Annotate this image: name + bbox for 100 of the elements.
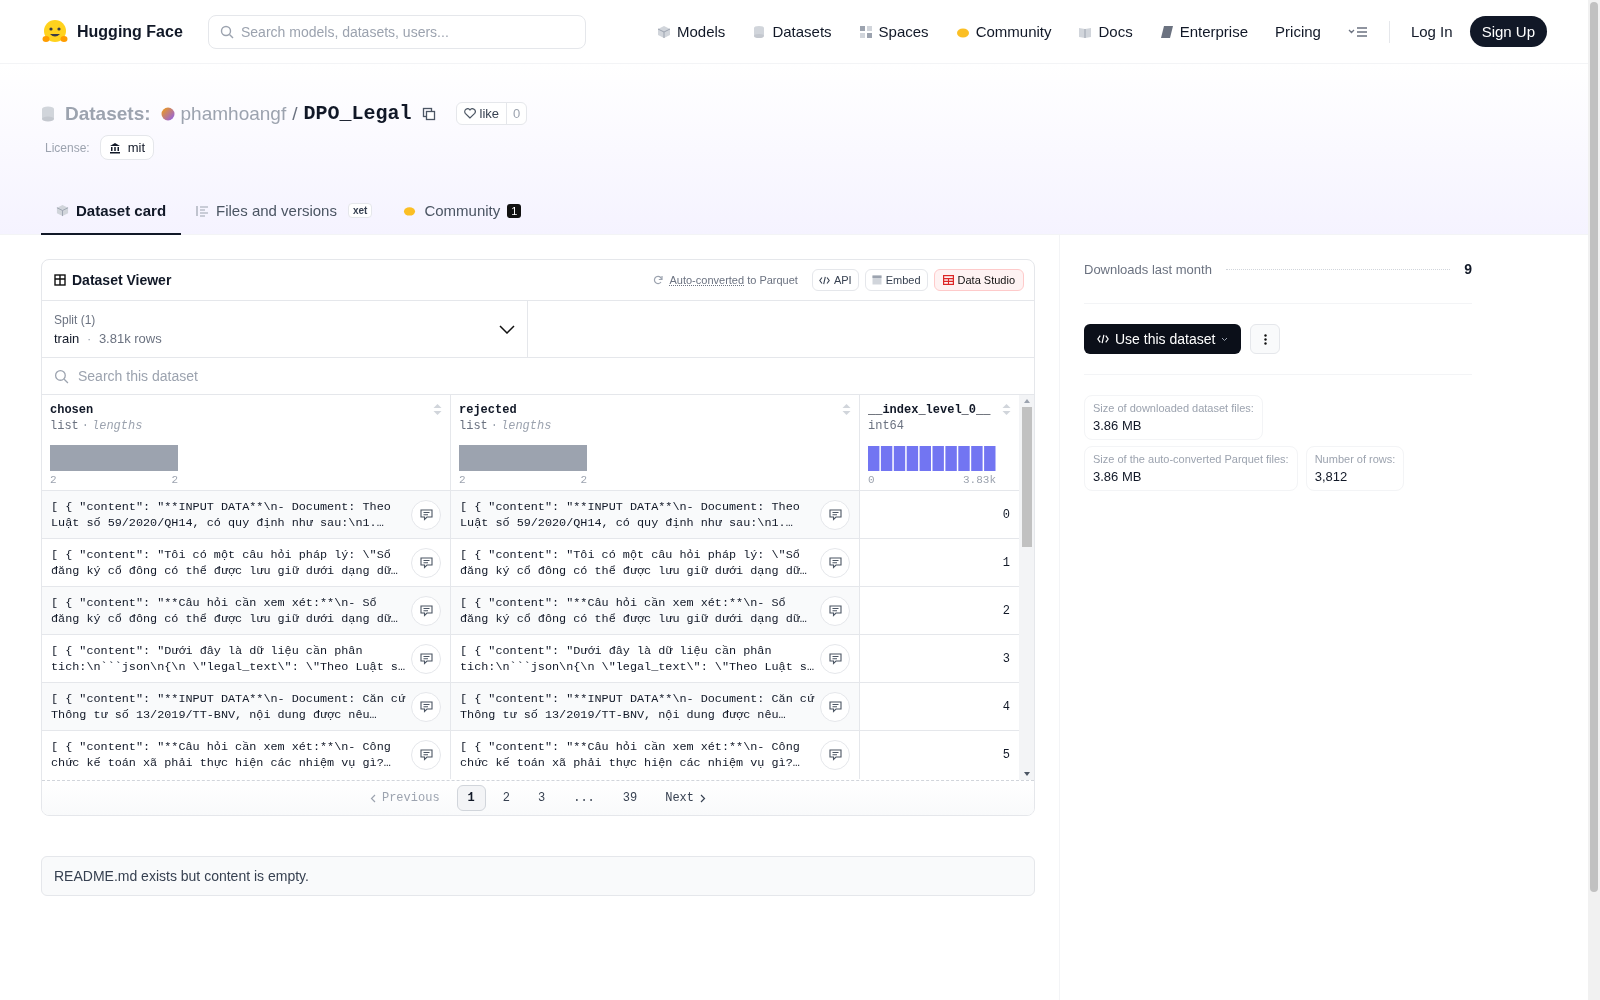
type-separator: · bbox=[490, 419, 498, 433]
code-icon bbox=[818, 275, 830, 285]
path-separator: / bbox=[292, 102, 298, 125]
page-link[interactable]: 2 bbox=[491, 785, 521, 811]
comment-icon bbox=[419, 556, 433, 569]
nav-link[interactable]: Docs bbox=[1078, 23, 1133, 40]
table-cell: 4 bbox=[1002, 699, 1010, 714]
refresh-icon bbox=[653, 275, 664, 285]
nav-link[interactable]: Pricing bbox=[1275, 23, 1321, 40]
page-link[interactable]: 39 bbox=[611, 785, 649, 811]
comment-icon bbox=[828, 700, 842, 713]
comment-icon bbox=[828, 508, 842, 521]
comment-icon bbox=[419, 604, 433, 617]
tab[interactable]: Community 1 bbox=[387, 190, 537, 235]
auto-converted-link[interactable]: Auto-converted bbox=[669, 274, 745, 286]
table-cell-text: [ { "content": "**Câu hỏi cần xem xét:**\n- Sổ đăng ký cổ đông có thể được lưu giữ dưới dạng dữ… bbox=[460, 594, 808, 627]
table-cell-text: [ { "content": "**Câu hỏi cần xem xét:**\n- Sổ đăng ký cổ đông có thể được lưu giữ dưới dạng dữ… bbox=[51, 594, 399, 627]
chevron-down-icon bbox=[499, 324, 515, 334]
table-icon bbox=[942, 275, 954, 285]
page-link[interactable]: 3 bbox=[527, 785, 557, 811]
use-dataset-button[interactable]: Use this dataset bbox=[1084, 324, 1242, 354]
range-min: 0 bbox=[868, 474, 875, 486]
comment-icon bbox=[419, 749, 433, 761]
next-link[interactable]: Next bbox=[654, 785, 717, 811]
caret-icon bbox=[1221, 336, 1229, 342]
expand-button[interactable] bbox=[820, 499, 850, 530]
range-min: 2 bbox=[459, 474, 466, 486]
scroll-down-icon[interactable] bbox=[1022, 771, 1031, 777]
bank-icon bbox=[108, 141, 121, 154]
tab[interactable]: Dataset card bbox=[41, 190, 182, 235]
table-cell-text: [ { "content": "Tôi có một câu hỏi pháp lý: \"Sổ đăng ký cổ đông có thể được lưu giữ dưới dạng dữ… bbox=[460, 546, 808, 579]
sort-icon[interactable] bbox=[433, 403, 442, 416]
comment-icon bbox=[419, 508, 433, 521]
comment-icon bbox=[828, 749, 842, 761]
table-cell: 5 bbox=[1002, 748, 1010, 762]
stat-value: 3.86 MB bbox=[1093, 469, 1143, 484]
list-icon bbox=[196, 204, 210, 217]
scroll-up-icon[interactable] bbox=[1022, 398, 1031, 404]
count-badge: 1 bbox=[507, 203, 522, 218]
search-icon bbox=[220, 24, 234, 39]
type-separator: · bbox=[81, 419, 89, 433]
column-header[interactable]: chosen list · lengths 2 2 bbox=[42, 395, 451, 491]
scrollbar-thumb[interactable] bbox=[1021, 407, 1032, 547]
embed-button[interactable]: Embed bbox=[864, 269, 928, 291]
range-max: 3.83k bbox=[963, 474, 996, 486]
dataset-name[interactable]: DPO_Legal bbox=[303, 102, 412, 125]
expand-button[interactable] bbox=[820, 691, 850, 722]
table-cell-text: [ { "content": "**Câu hỏi cần xem xét:**\n- Công chức kế toán xã phải thực hiện các nhiệm vụ gì?… bbox=[51, 739, 392, 771]
window-icon bbox=[871, 275, 882, 285]
expand-button[interactable] bbox=[411, 740, 441, 770]
grid-icon bbox=[858, 24, 873, 39]
expand-button[interactable] bbox=[411, 547, 441, 578]
copy-icon[interactable] bbox=[421, 106, 436, 121]
data-studio-button[interactable]: Data Studio bbox=[933, 269, 1024, 291]
nav-link[interactable]: Spaces bbox=[858, 23, 929, 40]
table-cell: [ { "content": "Dưới đây là dữ liệu cần phân tich:\n```json\n{\n \"legal_text\": \"Theo Luật s… bbox=[51, 642, 405, 675]
stat-label: Size of the auto-converted Parquet files: bbox=[1093, 453, 1289, 465]
table-cell: 2 bbox=[1002, 603, 1010, 618]
menu-icon[interactable] bbox=[1347, 25, 1368, 38]
like-button[interactable]: like 0 bbox=[455, 102, 528, 125]
expand-button[interactable] bbox=[820, 643, 850, 674]
nav-link[interactable]: Enterprise bbox=[1159, 23, 1249, 40]
search-icon bbox=[54, 369, 69, 384]
column-header[interactable]: __index_level_0__ int64 0 3.83k bbox=[860, 395, 1019, 491]
sort-icon[interactable] bbox=[842, 403, 851, 416]
cube-icon bbox=[56, 204, 69, 217]
code-icon bbox=[1097, 334, 1109, 344]
expand-button[interactable] bbox=[411, 643, 441, 674]
nav-link[interactable]: Models bbox=[657, 23, 726, 40]
nav-link[interactable]: Community bbox=[955, 23, 1052, 40]
table-cell: [ { "content": "**INPUT DATA**\n- Document: Căn cứ Thông tư số 13/2019/TT-BNV, nội dung được nêu… bbox=[460, 690, 814, 723]
expand-button[interactable] bbox=[411, 499, 441, 530]
scrollbar[interactable] bbox=[1588, 0, 1600, 1000]
scrollbar[interactable] bbox=[1019, 395, 1034, 780]
table-cell: 0 bbox=[1002, 507, 1010, 522]
api-button[interactable]: API bbox=[811, 269, 859, 291]
brand-name[interactable]: Hugging Face bbox=[77, 22, 183, 41]
expand-button[interactable] bbox=[411, 691, 441, 722]
expand-button[interactable] bbox=[411, 595, 441, 626]
signup-button[interactable]: Sign Up bbox=[1469, 16, 1547, 47]
tab[interactable]: Files and versions xet bbox=[181, 190, 388, 235]
table-cell-text: [ { "content": "**Câu hỏi cần xem xét:**\n- Công chức kế toán xã phải thực hiện các nhiệm vụ gì?… bbox=[460, 739, 801, 771]
license-label: License: bbox=[45, 140, 90, 155]
more-icon bbox=[1263, 333, 1267, 345]
page-link[interactable]: 1 bbox=[456, 785, 486, 811]
split-selector[interactable]: Split (1) train · 3.81k rows bbox=[42, 301, 528, 357]
license-tag[interactable]: mit bbox=[99, 135, 155, 160]
like-label: like bbox=[479, 106, 500, 121]
sort-icon[interactable] bbox=[1002, 403, 1011, 416]
expand-button[interactable] bbox=[820, 740, 850, 770]
expand-button[interactable] bbox=[820, 595, 850, 626]
login-link[interactable]: Log In bbox=[1410, 23, 1453, 40]
search-field[interactable]: Search models, datasets, users... bbox=[208, 14, 586, 49]
downloads-label: Downloads last month bbox=[1084, 261, 1212, 277]
range-max: 2 bbox=[171, 474, 178, 486]
more-button[interactable] bbox=[1250, 324, 1281, 354]
avatar-icon bbox=[160, 106, 175, 121]
nav-link[interactable]: Datasets bbox=[752, 23, 832, 40]
expand-button[interactable] bbox=[820, 547, 850, 578]
column-header[interactable]: rejected list · lengths 2 2 bbox=[451, 395, 860, 491]
